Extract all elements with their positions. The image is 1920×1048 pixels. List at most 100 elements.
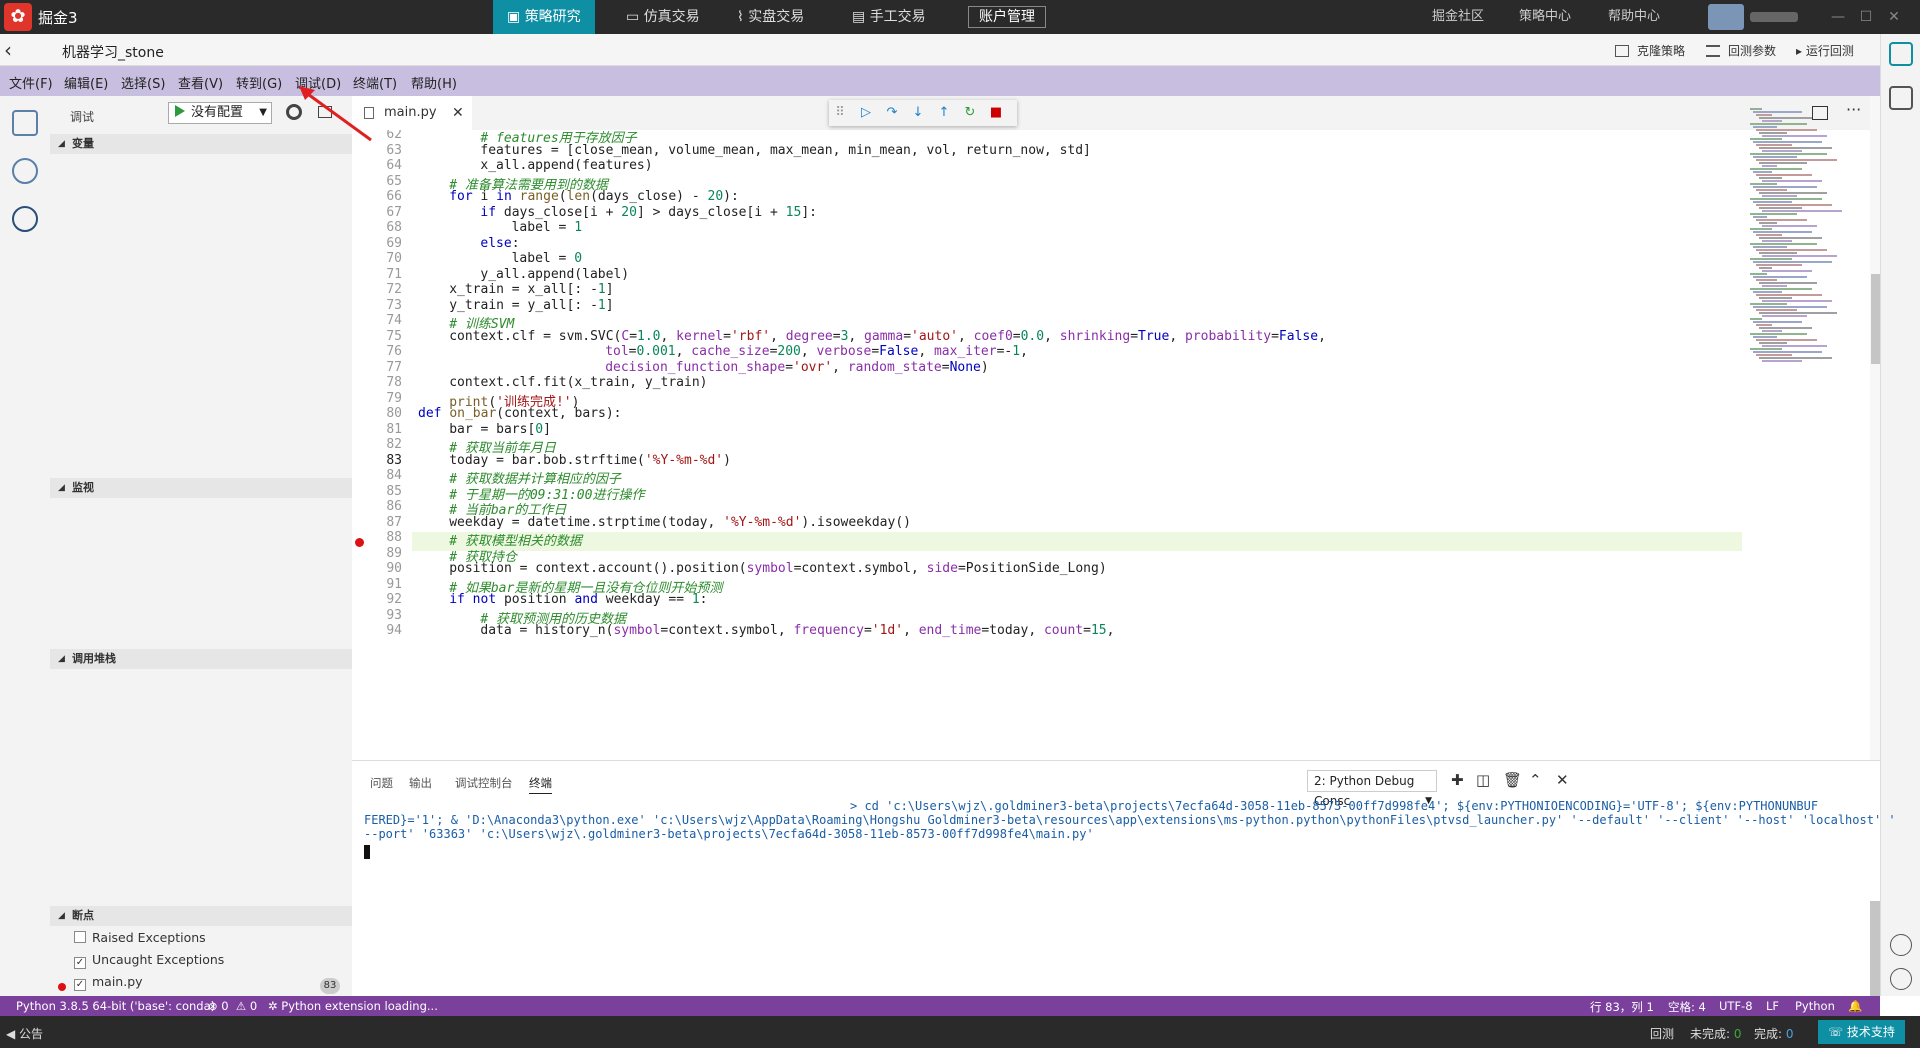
code-line[interactable]: label = 1 — [512, 220, 582, 235]
tech-support-button[interactable]: ☏ 技术支持 — [1818, 1020, 1905, 1044]
settings-icon[interactable] — [1890, 968, 1912, 990]
code-line[interactable]: else: — [480, 236, 519, 251]
menu-selection[interactable]: 选择(S) — [121, 73, 165, 92]
section-watch[interactable]: ◢ 监视 — [50, 478, 352, 498]
avatar[interactable] — [1708, 4, 1744, 30]
continue-icon[interactable]: ▷ — [857, 104, 875, 122]
code-line[interactable]: tol=0.001, cache_size=200, verbose=False… — [605, 344, 1028, 359]
tab-output[interactable]: 输出 — [409, 775, 432, 791]
tab-simulation[interactable]: ▭ 仿真交易 — [612, 0, 714, 34]
breakpoint-raised-exceptions[interactable]: Raised Exceptions — [74, 928, 206, 948]
code-line[interactable]: y_train = y_all[: -1] — [449, 298, 613, 313]
notes-icon[interactable] — [1889, 86, 1913, 110]
stop-icon[interactable]: ■ — [987, 104, 1005, 122]
code-line[interactable]: context.clf.fit(x_train, y_train) — [449, 375, 707, 390]
debug-icon[interactable] — [12, 206, 38, 232]
tab-debug-console[interactable]: 调试控制台 — [455, 775, 513, 791]
step-over-icon[interactable]: ↷ — [883, 104, 901, 122]
start-debug-icon[interactable] — [175, 105, 185, 117]
tab-strategy-research[interactable]: ▣ 策略研究 — [493, 0, 595, 34]
step-into-icon[interactable]: ↓ — [909, 104, 927, 122]
account-management-button[interactable]: 账户管理 — [968, 6, 1046, 28]
code-line[interactable]: data = history_n(symbol=context.symbol, … — [480, 623, 1114, 638]
code-line[interactable]: x_train = x_all[: -1] — [449, 282, 613, 297]
tab-problems[interactable]: 问题 — [370, 775, 393, 791]
close-tab-icon[interactable]: ✕ — [452, 96, 464, 130]
code-line[interactable]: weekday = datetime.strptime(today, '%Y-%… — [449, 515, 911, 530]
code-line[interactable]: if days_close[i + 20] > days_close[i + 1… — [480, 205, 817, 220]
share-icon[interactable] — [1890, 934, 1912, 956]
step-out-icon[interactable]: ↑ — [935, 104, 953, 122]
code-line[interactable]: label = 0 — [512, 251, 582, 266]
minimap-line — [1756, 339, 1817, 341]
minimap[interactable] — [1742, 108, 1842, 368]
code-area[interactable]: 62 # features用于存放因子 63 features = [close_me… — [352, 130, 1742, 760]
line-ending[interactable]: LF — [1766, 999, 1779, 1013]
split-terminal-icon[interactable]: ◫ — [1476, 771, 1490, 789]
backtest-label[interactable]: 回测 — [1650, 1025, 1674, 1042]
breakpoint-main-py[interactable]: ✓ main.py — [74, 972, 143, 992]
checkbox[interactable]: ✓ — [74, 979, 86, 991]
menu-help[interactable]: 帮助(H) — [411, 73, 457, 92]
edit-doc-icon[interactable] — [1889, 42, 1913, 66]
tab-terminal[interactable]: 终端 — [529, 775, 552, 794]
notice-link[interactable]: ◀ 公告 — [6, 1025, 43, 1042]
checkbox[interactable] — [74, 931, 86, 943]
explorer-icon[interactable] — [12, 110, 38, 136]
new-terminal-icon[interactable]: ✚ — [1451, 771, 1464, 789]
close-icon[interactable]: ✕ — [1880, 0, 1908, 34]
code-line[interactable]: for i in range(len(days_close) - 20): — [449, 189, 739, 204]
help-center-link[interactable]: 帮助中心 — [1608, 0, 1660, 34]
run-backtest-button[interactable]: ▸ 运行回测 — [1796, 42, 1854, 59]
drag-handle-icon[interactable]: ⠿ — [831, 104, 849, 122]
section-breakpoints[interactable]: ◢ 断点 — [50, 906, 352, 926]
section-callstack[interactable]: ◢ 调用堆栈 — [50, 649, 352, 669]
clone-strategy-button[interactable]: 克隆策略 — [1615, 42, 1685, 59]
minimize-icon[interactable]: — — [1824, 0, 1852, 34]
panel-scroll-thumb[interactable] — [1870, 901, 1880, 997]
indentation[interactable]: 空格: 4 — [1668, 999, 1706, 1015]
encoding[interactable]: UTF-8 — [1719, 999, 1753, 1013]
cursor-position[interactable]: 行 83，列 1 — [1590, 999, 1654, 1015]
problems-count[interactable]: ⊗ 0 ⚠ 0 — [208, 999, 257, 1013]
code-line[interactable]: y_all.append(label) — [480, 267, 629, 282]
code-line[interactable]: context.clf = svm.SVC(C=1.0, kernel='rbf… — [449, 329, 1326, 344]
strategy-center-link[interactable]: 策略中心 — [1519, 0, 1571, 34]
search-icon[interactable] — [12, 158, 38, 184]
minimap-line — [1759, 237, 1822, 239]
trash-icon[interactable]: 🗑 — [1503, 771, 1522, 789]
breakpoint-uncaught-exceptions[interactable]: ✓ Uncaught Exceptions — [74, 950, 224, 970]
code-line[interactable]: def on_bar(context, bars): — [418, 406, 622, 421]
community-link[interactable]: 掘金社区 — [1432, 0, 1484, 34]
more-actions-icon[interactable]: ··· — [1846, 100, 1861, 119]
code-line[interactable]: if not position and weekday == 1: — [449, 592, 707, 607]
code-line[interactable]: decision_function_shape='ovr', random_st… — [605, 360, 989, 375]
code-line[interactable]: today = bar.bob.strftime('%Y-%m-%d') — [449, 453, 731, 468]
python-interpreter[interactable]: Python 3.8.5 64-bit ('base': conda) — [16, 999, 215, 1013]
code-line[interactable]: bar = bars[0] — [449, 422, 551, 437]
editor-scrollbar[interactable] — [1870, 96, 1880, 760]
menu-edit[interactable]: 编辑(E) — [64, 73, 108, 92]
editor-scroll-thumb[interactable] — [1871, 274, 1880, 364]
code-line[interactable]: features = [close_mean, volume_mean, max… — [480, 143, 1090, 158]
menu-file[interactable]: 文件(F) — [9, 73, 53, 92]
code-line[interactable]: x_all.append(features) — [480, 158, 652, 173]
back-arrow-icon[interactable]: ‹ — [4, 38, 24, 62]
checkbox[interactable]: ✓ — [74, 957, 86, 969]
menu-view[interactable]: 查看(V) — [178, 73, 223, 92]
backtest-params-button[interactable]: 回测参数 — [1706, 42, 1776, 59]
code-line[interactable]: position = context.account().position(sy… — [449, 561, 1106, 576]
bell-icon[interactable]: 🔔 — [1848, 999, 1862, 1013]
maximize-icon[interactable]: ☐ — [1852, 0, 1880, 34]
code-token: tol — [605, 344, 629, 359]
tab-manual-trading[interactable]: ▤ 手工交易 — [838, 0, 940, 34]
close-panel-icon[interactable]: ✕ — [1556, 771, 1569, 789]
code-token: coef0 — [973, 328, 1013, 344]
tab-live-trading[interactable]: ⌇ 实盘交易 — [723, 0, 818, 34]
debug-config-select[interactable]: 没有配置 ▼ — [168, 102, 272, 124]
terminal-select[interactable]: 2: Python Debug Consc ▼ — [1307, 770, 1437, 808]
maximize-panel-icon[interactable]: ⌃ — [1529, 771, 1542, 789]
restart-icon[interactable]: ↻ — [961, 104, 979, 122]
language-mode[interactable]: Python — [1795, 999, 1835, 1013]
menu-goto[interactable]: 转到(G) — [236, 73, 282, 92]
